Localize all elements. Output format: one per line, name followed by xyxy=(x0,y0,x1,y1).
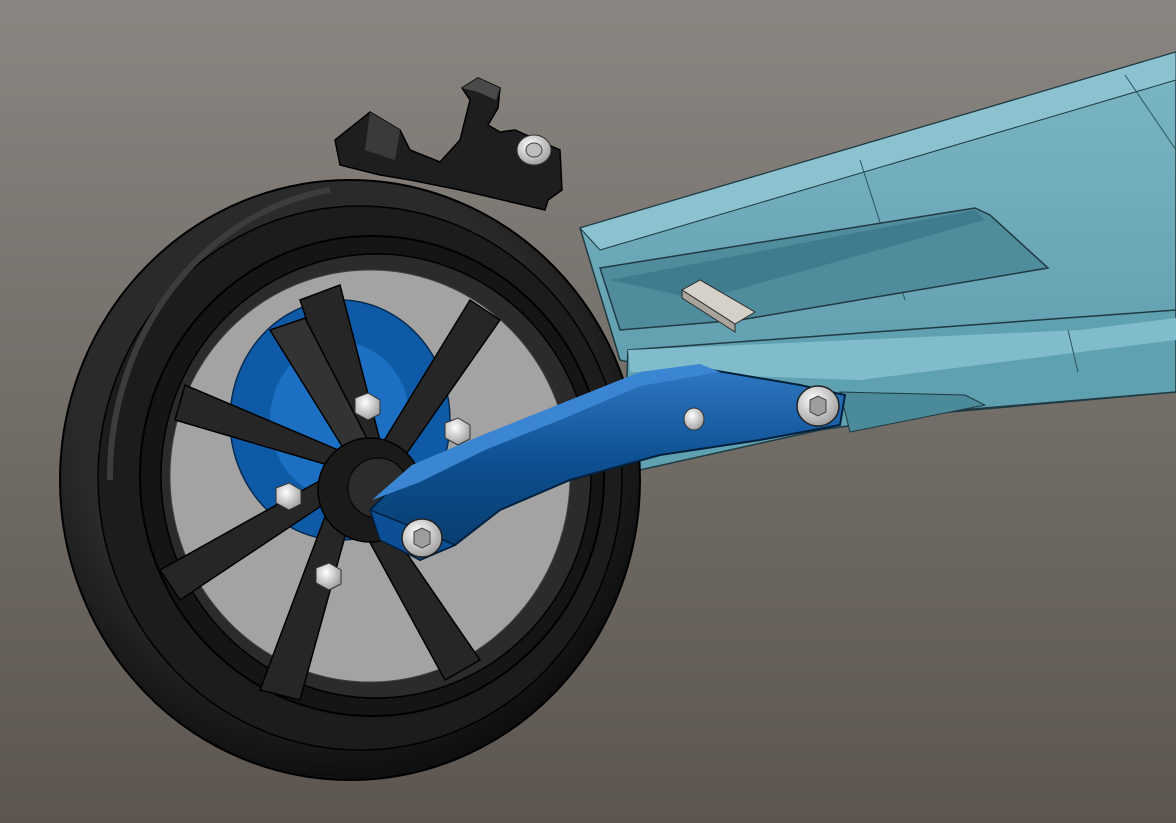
model-graphics-area[interactable] xyxy=(0,0,1176,823)
caliper-bolt xyxy=(516,134,552,166)
cad-viewport[interactable] xyxy=(0,0,1176,823)
